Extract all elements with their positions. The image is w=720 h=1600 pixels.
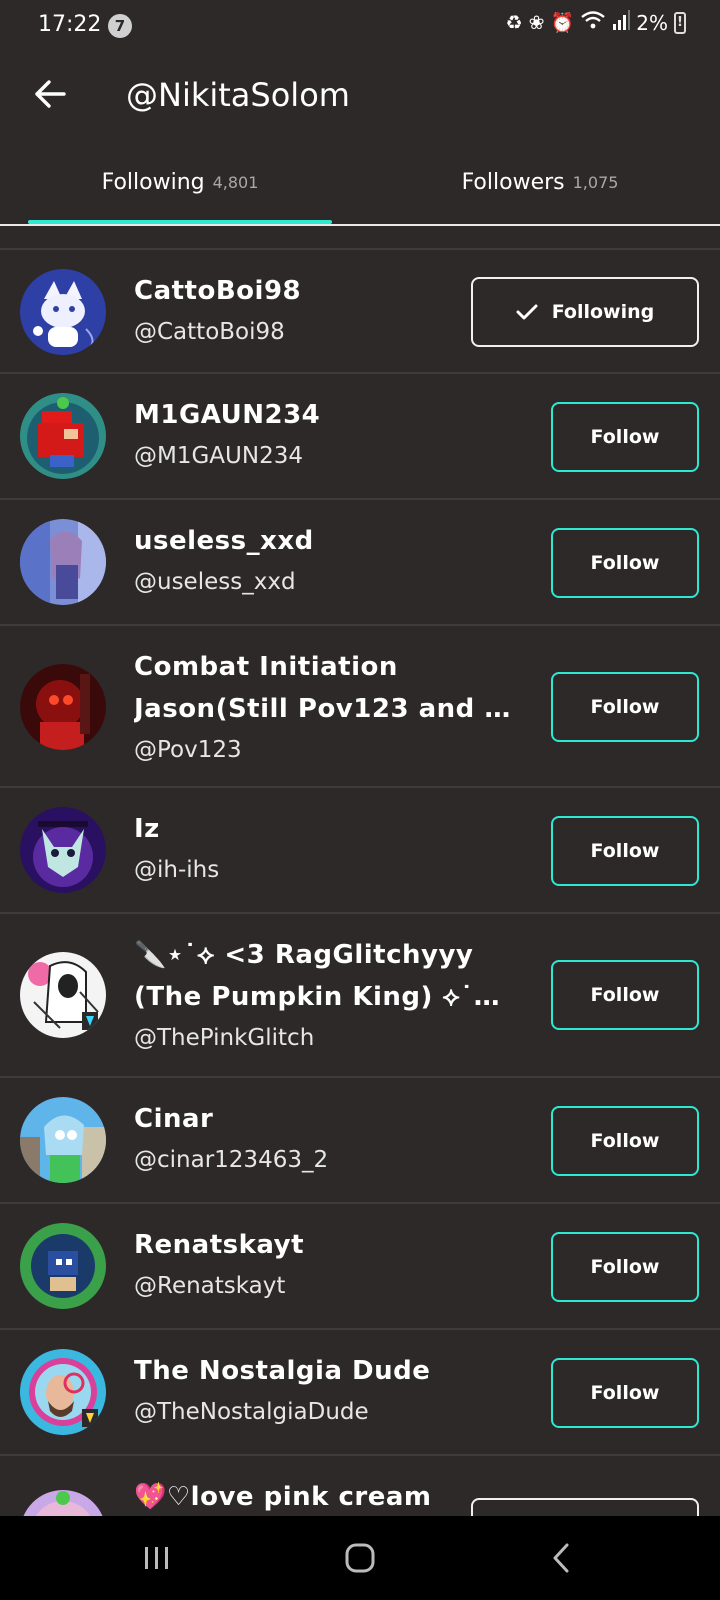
back-icon: [553, 1543, 569, 1573]
display-name: Renatskayt: [134, 1230, 305, 1260]
tab-following-label: Following: [101, 169, 205, 195]
username: @ih-ihs: [134, 857, 220, 883]
following-button[interactable]: Following: [471, 277, 699, 347]
user-info: M1GAUN234 @M1GAUN234: [134, 394, 514, 476]
display-name: Iz: [134, 814, 160, 844]
wifi-icon: [580, 10, 606, 35]
display-name: M1GAUN234: [134, 400, 321, 430]
display-name: useless_xxd: [134, 526, 314, 556]
user-info: 🔪⋆˙⟡ <3 RagGlitchyyy (The Pumpkin King) …: [134, 934, 514, 1058]
status-time: 17:22: [38, 12, 102, 37]
display-name: CattoBoi98: [134, 276, 302, 306]
home-icon: [345, 1543, 375, 1573]
back-button[interactable]: [28, 72, 72, 116]
username: @Renatskayt: [134, 1273, 286, 1299]
avatar[interactable]: [20, 1223, 106, 1309]
recent-apps-button[interactable]: [127, 1536, 187, 1580]
display-name-line-1: Combat Initiation: [134, 652, 398, 682]
list-item[interactable]: Cinar @cinar123463_2 Follow: [0, 1078, 720, 1204]
avatar[interactable]: [20, 952, 106, 1038]
follow-button[interactable]: Follow: [551, 1106, 699, 1176]
tab-followers-label: Followers: [461, 169, 565, 195]
follow-button[interactable]: Follow: [551, 1358, 699, 1428]
tab-bar: Following 4,801 Followers 1,075: [0, 140, 720, 226]
follow-button[interactable]: Follow: [551, 1232, 699, 1302]
checkmark-icon: [516, 304, 538, 320]
display-name-line-2: (The Pumpkin King) ⟡˙⋆...: [134, 982, 514, 1012]
username: @ThePinkGlitch: [134, 1025, 315, 1051]
username: @useless_xxd: [134, 569, 296, 595]
header: @NikitaSolom: [0, 54, 720, 140]
list-item[interactable]: 💖♡love pink cream: [0, 1456, 720, 1518]
battery-saver-icon: ♻: [505, 11, 523, 34]
avatar[interactable]: [20, 1349, 106, 1435]
signal-icon: [612, 10, 631, 35]
avatar[interactable]: [20, 807, 106, 893]
display-name: The Nostalgia Dude: [134, 1356, 431, 1386]
username: @M1GAUN234: [134, 443, 303, 469]
partial-button[interactable]: [471, 1498, 699, 1518]
username: @TheNostalgiaDude: [134, 1399, 369, 1425]
follow-button[interactable]: Follow: [551, 402, 699, 472]
tab-following-count: 4,801: [212, 172, 259, 192]
system-nav-bar: [0, 1516, 720, 1600]
display-name: 💖♡love pink cream: [134, 1482, 432, 1512]
status-bar: 17:22 7 ♻ ❀ ⏰ 2%: [0, 0, 720, 54]
recent-apps-icon: [145, 1547, 168, 1569]
back-arrow-icon: [35, 80, 66, 108]
battery-text: 2%: [636, 10, 668, 35]
username: @CattoBoi98: [134, 319, 285, 345]
follow-button[interactable]: Follow: [551, 528, 699, 598]
leaf-icon: ❀: [528, 11, 545, 34]
avatar[interactable]: [20, 664, 106, 750]
follow-button[interactable]: Follow: [551, 960, 699, 1030]
display-name-line-1: 🔪⋆˙⟡ <3 RagGlitchyyy: [134, 940, 474, 970]
user-info: The Nostalgia Dude @TheNostalgiaDude: [134, 1350, 514, 1432]
list-item[interactable]: The Nostalgia Dude @TheNostalgiaDude Fol…: [0, 1330, 720, 1456]
username: @cinar123463_2: [134, 1147, 329, 1173]
active-tab-indicator: [28, 220, 332, 224]
tab-followers[interactable]: Followers 1,075: [360, 140, 720, 224]
nav-back-button[interactable]: [531, 1536, 591, 1580]
avatar[interactable]: [20, 269, 106, 355]
avatar[interactable]: [20, 1097, 106, 1183]
avatar[interactable]: [20, 1490, 106, 1518]
alarm-icon: ⏰: [550, 12, 575, 34]
list-item[interactable]: Iz @ih-ihs Follow: [0, 788, 720, 914]
user-info: Iz @ih-ihs: [134, 808, 514, 890]
list-item[interactable]: useless_xxd @useless_xxd Follow: [0, 500, 720, 626]
list-item[interactable]: M1GAUN234 @M1GAUN234 Follow: [0, 374, 720, 500]
following-button-label: Following: [551, 301, 655, 323]
home-button[interactable]: [330, 1536, 390, 1580]
follow-button[interactable]: Follow: [551, 672, 699, 742]
user-info: CattoBoi98 @CattoBoi98: [134, 270, 514, 352]
list-item[interactable]: CattoBoi98 @CattoBoi98 Following: [0, 250, 720, 374]
notification-count-badge: 7: [108, 14, 132, 38]
tab-following[interactable]: Following 4,801: [0, 140, 360, 224]
avatar[interactable]: [20, 519, 106, 605]
list-item[interactable]: Renatskayt @Renatskayt Follow: [0, 1204, 720, 1330]
tab-followers-count: 1,075: [572, 172, 619, 192]
user-info: Cinar @cinar123463_2: [134, 1098, 514, 1180]
display-name: Cinar: [134, 1104, 214, 1134]
user-info: Combat Initiation Jason(Still Pov123 and…: [134, 646, 514, 770]
user-info: useless_xxd @useless_xxd: [134, 520, 514, 602]
user-list[interactable]: CattoBoi98 @CattoBoi98 Following M1GAUN2…: [0, 248, 720, 1518]
battery-icon: [674, 11, 686, 34]
follow-button[interactable]: Follow: [551, 816, 699, 886]
username: @Pov123: [134, 737, 242, 763]
page-title: @NikitaSolom: [126, 76, 350, 114]
avatar[interactable]: [20, 393, 106, 479]
status-icons: ♻ ❀ ⏰ 2%: [506, 10, 686, 35]
list-item[interactable]: 🔪⋆˙⟡ <3 RagGlitchyyy (The Pumpkin King) …: [0, 914, 720, 1078]
list-item[interactable]: Combat Initiation Jason(Still Pov123 and…: [0, 626, 720, 788]
user-info: 💖♡love pink cream: [134, 1476, 514, 1518]
display-name-line-2: Jason(Still Pov123 and ro...: [134, 694, 514, 724]
user-info: Renatskayt @Renatskayt: [134, 1224, 514, 1306]
